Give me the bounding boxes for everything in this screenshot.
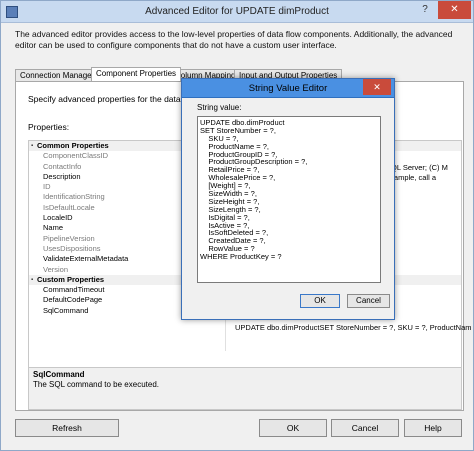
sql-line: WHERE ProductKey = ? <box>200 252 282 262</box>
help-button[interactable]: Help <box>404 419 462 437</box>
occluded-value-1: SQL Server; (C) M <box>386 163 448 172</box>
dialog-title-bar: String Value Editor ✕ <box>182 79 394 98</box>
dialog-close-icon[interactable]: ✕ <box>363 79 391 95</box>
window-title: Advanced Editor for UPDATE dimProduct <box>145 6 329 17</box>
tab-component-properties[interactable]: Component Properties <box>91 67 182 81</box>
string-value-label: String value: <box>197 103 242 112</box>
refresh-button[interactable]: Refresh <box>15 419 119 437</box>
collapse-icon[interactable]: ▪ <box>31 277 33 283</box>
string-value-textarea[interactable]: UPDATE dbo.dimProduct SET StoreNumber = ?… <box>197 116 381 283</box>
help-icon[interactable]: ? <box>413 1 437 19</box>
ok-button[interactable]: OK <box>259 419 327 437</box>
properties-label: Properties: <box>28 122 70 132</box>
sqlcommand-value[interactable]: UPDATE dbo.dimProductSET StoreNumber = ?… <box>235 323 471 332</box>
description-title: SqlCommand <box>33 370 85 379</box>
occluded-value-2: example, call a <box>386 173 437 182</box>
occluded-values: SQL Server; (C) M example, call a <box>386 163 472 183</box>
dialog-cancel-button[interactable]: Cancel <box>347 294 390 308</box>
collapse-icon[interactable]: ▪ <box>31 143 33 149</box>
cancel-button[interactable]: Cancel <box>331 419 399 437</box>
title-bar: Advanced Editor for UPDATE dimProduct ? … <box>1 1 473 23</box>
description-box: SqlCommand The SQL command to be execute… <box>29 367 461 409</box>
description-text: The SQL command to be executed. <box>33 380 159 389</box>
close-icon[interactable]: ✕ <box>438 1 471 19</box>
string-value-editor-dialog: String Value Editor ✕ String value: UPDA… <box>181 78 395 320</box>
intro-text: The advanced editor provides access to t… <box>15 29 453 50</box>
dialog-ok-button[interactable]: OK <box>300 294 340 308</box>
